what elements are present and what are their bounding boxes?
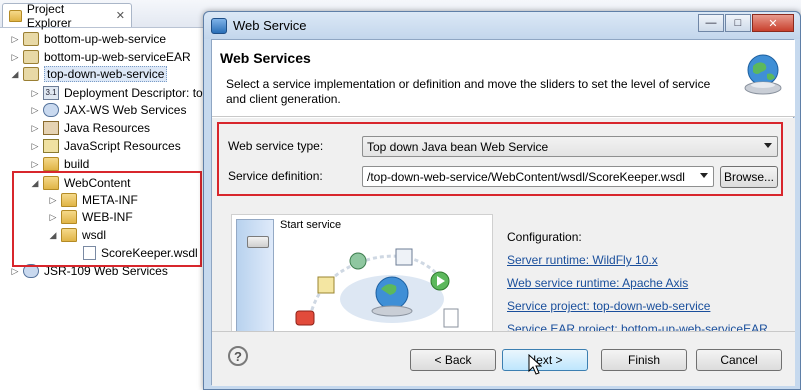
service-project-link[interactable]: Service project: top-down-web-service (507, 299, 710, 313)
service-level-slider-thumb[interactable] (247, 236, 269, 248)
jaxws-icon (43, 103, 59, 117)
tree-item-label: build (64, 157, 90, 171)
expand-toggle-icon[interactable]: ▷ (10, 52, 20, 62)
globe-bell-icon (744, 54, 782, 95)
package-icon (317, 276, 335, 294)
wizard-footer: ? < Back Next > Finish Cancel (212, 331, 795, 386)
maximize-button[interactable]: □ (725, 14, 751, 32)
wizard-header: Web Services Select a service implementa… (212, 40, 795, 117)
tree-item-label: bottom-up-web-service (44, 32, 167, 46)
dialog-title-bar: Web Service — □ ✕ (204, 12, 800, 39)
minimize-button[interactable]: — (698, 14, 724, 32)
service-definition-value: /top-down-web-service/WebContent/wsdl/Sc… (367, 169, 685, 184)
cancel-button[interactable]: Cancel (696, 349, 782, 371)
window-controls: — □ ✕ (698, 14, 794, 32)
project-icon (23, 50, 39, 64)
tree-item-label: JAX-WS Web Services (64, 103, 187, 117)
service-type-value: Top down Java bean Web Service (367, 139, 549, 154)
tree-item[interactable]: ▷ JavaScript Resources (30, 137, 181, 155)
configuration-heading: Configuration: (507, 230, 582, 244)
java-resources-icon (43, 121, 59, 135)
tree-item-label: top-down-web-service (44, 66, 168, 82)
browse-button[interactable]: Browse... (720, 166, 778, 188)
dialog-title: Web Service (233, 18, 307, 33)
service-lifecycle-diagram (295, 248, 459, 328)
project-icon (23, 67, 39, 81)
expand-toggle-icon[interactable]: ▷ (10, 34, 20, 44)
next-button[interactable]: Next > (502, 349, 588, 371)
dialog-body: Web Services Select a service implementa… (211, 39, 795, 386)
chevron-down-icon (764, 143, 772, 148)
service-definition-combo[interactable]: /top-down-web-service/WebContent/wsdl/Sc… (362, 166, 714, 187)
mouse-cursor-icon (528, 354, 542, 375)
web-service-runtime-link[interactable]: Web service runtime: Apache Axis (507, 276, 688, 290)
expand-toggle-icon[interactable]: ▷ (30, 159, 40, 169)
close-button[interactable]: ✕ (752, 14, 794, 32)
document-icon (443, 308, 459, 328)
tree-item-label: JavaScript Resources (64, 139, 181, 153)
project-explorer-panel: Project Explorer ✕ ▷ bottom-up-web-servic… (0, 0, 215, 390)
web-service-icon (211, 17, 227, 34)
tree-item[interactable]: ▷ 3.1 Deployment Descriptor: to (30, 84, 203, 102)
play-icon (430, 271, 450, 291)
project-explorer-tab[interactable]: Project Explorer ✕ (2, 1, 132, 30)
tree-item[interactable]: ▷ bottom-up-web-service (10, 30, 166, 48)
tree-item-label: Java Resources (64, 121, 151, 135)
toolbox-icon (295, 310, 315, 326)
wizard-heading: Web Services (220, 50, 311, 66)
tree-item-label: Deployment Descriptor: to (64, 86, 203, 100)
expand-toggle-icon[interactable]: ▷ (10, 266, 20, 276)
project-explorer-icon (9, 9, 22, 22)
folder-icon (43, 157, 59, 171)
service-type-select[interactable]: Top down Java bean Web Service (362, 136, 778, 157)
wizard-description: Select a service implementation or defin… (226, 77, 711, 106)
deploy-icon (349, 252, 367, 270)
tree-item-label: bottom-up-web-serviceEAR (44, 50, 191, 64)
back-button[interactable]: < Back (410, 349, 496, 371)
expand-toggle-icon[interactable]: ▷ (30, 141, 40, 151)
chevron-down-icon (700, 173, 708, 178)
wizard-content: Web service type: Top down Java bean Web… (212, 118, 795, 346)
project-explorer-header: Project Explorer ✕ (0, 0, 215, 30)
service-definition-label: Service definition: (228, 169, 323, 183)
descriptor-icon: 3.1 (43, 86, 59, 100)
project-icon (23, 32, 39, 46)
tree-item[interactable]: ▷ Java Resources (30, 119, 150, 137)
expand-toggle-icon[interactable]: ▷ (30, 123, 40, 133)
help-icon[interactable]: ? (228, 346, 248, 366)
tree-item[interactable]: ◢ top-down-web-service (10, 65, 168, 83)
service-type-label: Web service type: (228, 139, 324, 153)
javascript-resources-icon (43, 139, 59, 153)
webcontent-highlight-box (12, 171, 202, 267)
web-service-dialog: Web Service — □ ✕ Web Services Select a … (203, 11, 801, 390)
expand-toggle-icon[interactable]: ▷ (30, 88, 40, 98)
finish-button[interactable]: Finish (601, 349, 687, 371)
slider-level-label: Start service (280, 219, 342, 231)
service-level-panel: Start service (231, 214, 493, 346)
close-icon[interactable]: ✕ (116, 9, 125, 22)
expand-toggle-icon[interactable]: ◢ (10, 69, 20, 79)
expand-toggle-icon[interactable]: ▷ (30, 105, 40, 115)
service-level-slider-track[interactable] (236, 219, 274, 341)
install-icon (395, 248, 413, 266)
tree-item[interactable]: ▷ bottom-up-web-serviceEAR (10, 48, 191, 66)
tree-item[interactable]: ▷ JAX-WS Web Services (30, 101, 186, 119)
project-explorer-tab-title: Project Explorer (26, 1, 72, 30)
server-runtime-link[interactable]: Server runtime: WildFly 10.x (507, 253, 658, 267)
